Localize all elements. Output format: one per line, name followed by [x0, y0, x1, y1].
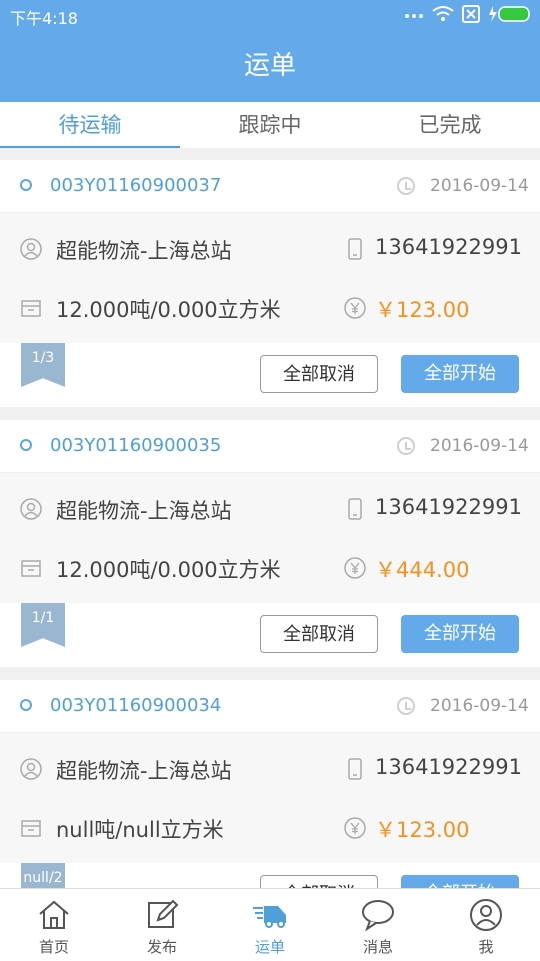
user-icon [470, 899, 502, 931]
cancel-all-button[interactable]: 全部取消 [260, 615, 378, 653]
nav-home-label: 首页 [38, 938, 69, 956]
phone-number[interactable]: 13641922991 [375, 495, 522, 519]
phone-icon [348, 238, 362, 260]
box-icon [21, 560, 41, 577]
order-card[interactable]: 003Y01160900034 2016-09-14 超能物流-上海总站 136… [0, 680, 540, 888]
person-icon [20, 758, 42, 780]
order-card-body: 超能物流-上海总站 13641922991 null吨/null立方米 ￥123… [0, 733, 540, 863]
clock-icon [397, 437, 415, 455]
order-card-header: 003Y01160900035 2016-09-14 [0, 420, 540, 473]
truck-icon [253, 906, 286, 928]
cargo-info: 12.000吨/0.000立方米 [56, 558, 281, 582]
yen-icon [344, 817, 366, 839]
nav-waybill[interactable]: 运单 [216, 889, 324, 961]
order-card-header: 003Y01160900034 2016-09-14 [0, 680, 540, 733]
order-card-header: 003Y01160900037 2016-09-14 [0, 160, 540, 213]
order-card-footer: 1/3 全部取消 全部开始 [0, 343, 540, 407]
order-price: ￥123.00 [375, 298, 470, 322]
order-list[interactable]: 003Y01160900037 2016-09-14 超能物流-上海总站 136… [0, 160, 540, 888]
tab-completed[interactable]: 已完成 [360, 102, 540, 148]
page-title: 运单 [243, 51, 296, 81]
box-icon [21, 820, 41, 837]
company-name: 超能物流-上海总站 [56, 759, 232, 783]
cargo-row: 12.000吨/0.000立方米 ￥123.00 [0, 278, 540, 338]
tab-pending[interactable]: 待运输 [0, 102, 180, 148]
status-bar: 下午4:18 [0, 0, 540, 30]
yen-icon [344, 297, 366, 319]
phone-icon [348, 758, 362, 780]
order-number: 003Y01160900034 [50, 695, 222, 716]
order-card[interactable]: 003Y01160900035 2016-09-14 超能物流-上海总站 136… [0, 420, 540, 667]
cargo-info: null吨/null立方米 [56, 818, 224, 842]
phone-number[interactable]: 13641922991 [375, 235, 522, 259]
select-circle-icon[interactable] [20, 699, 32, 711]
app-bar: 运单 [0, 30, 540, 102]
phone-number[interactable]: 13641922991 [375, 755, 522, 779]
order-card-body: 超能物流-上海总站 13641922991 12.000吨/0.000立方米 ￥… [0, 473, 540, 603]
cargo-info: 12.000吨/0.000立方米 [56, 298, 281, 322]
start-all-button[interactable]: 全部开始 [401, 355, 519, 393]
nav-publish-label: 发布 [146, 938, 177, 956]
nav-waybill-label: 运单 [254, 938, 285, 956]
bottom-nav: 首页 发布 运单 消息 我 [0, 888, 540, 961]
company-row: 超能物流-上海总站 13641922991 [0, 219, 540, 279]
tab-bar: 待运输 跟踪中 已完成 [0, 102, 540, 148]
clock-icon [397, 177, 415, 195]
box-icon [21, 300, 41, 317]
order-price: ￥123.00 [375, 818, 470, 842]
tab-tracking[interactable]: 跟踪中 [180, 102, 360, 148]
phone-icon [348, 498, 362, 520]
order-card-footer: 1/1 全部取消 全部开始 [0, 603, 540, 667]
nav-me[interactable]: 我 [432, 889, 540, 961]
order-card-body: 超能物流-上海总站 13641922991 12.000吨/0.000立方米 ￥… [0, 213, 540, 343]
nav-home[interactable]: 首页 [0, 889, 108, 961]
start-all-button[interactable]: 全部开始 [401, 875, 519, 888]
company-name: 超能物流-上海总站 [56, 239, 232, 263]
home-icon [39, 900, 69, 929]
page-flag: 1/3 [21, 343, 65, 387]
order-price: ￥444.00 [375, 558, 470, 582]
order-date: 2016-09-14 [430, 436, 529, 456]
battery-charging-icon [489, 6, 530, 22]
nav-me-label: 我 [478, 938, 494, 956]
dots-icon [405, 14, 423, 18]
order-date: 2016-09-14 [430, 696, 529, 716]
company-row: 超能物流-上海总站 13641922991 [0, 479, 540, 539]
order-card-footer: null/2 全部取消 全部开始 [0, 863, 540, 888]
company-name: 超能物流-上海总站 [56, 499, 232, 523]
page-flag: 1/1 [21, 603, 65, 647]
cargo-row: null吨/null立方米 ￥123.00 [0, 798, 540, 858]
page-flag: null/2 [21, 863, 65, 888]
order-card[interactable]: 003Y01160900037 2016-09-14 超能物流-上海总站 136… [0, 160, 540, 407]
start-all-button[interactable]: 全部开始 [401, 615, 519, 653]
chat-icon [362, 900, 394, 932]
sim-x-icon [462, 5, 480, 23]
order-number: 003Y01160900035 [50, 435, 222, 456]
person-icon [20, 238, 42, 260]
order-date: 2016-09-14 [430, 176, 529, 196]
order-number: 003Y01160900037 [50, 175, 222, 196]
nav-publish[interactable]: 发布 [108, 889, 216, 961]
company-row: 超能物流-上海总站 13641922991 [0, 739, 540, 799]
nav-messages-label: 消息 [362, 938, 393, 956]
cancel-all-button[interactable]: 全部取消 [260, 355, 378, 393]
status-time: 下午4:18 [10, 9, 78, 28]
select-circle-icon[interactable] [20, 179, 32, 191]
yen-icon [344, 557, 366, 579]
person-icon [20, 498, 42, 520]
cancel-all-button[interactable]: 全部取消 [260, 875, 378, 888]
select-circle-icon[interactable] [20, 439, 32, 451]
status-icons [404, 4, 532, 24]
nav-messages[interactable]: 消息 [324, 889, 432, 961]
wifi-icon [432, 6, 454, 21]
clock-icon [397, 697, 415, 715]
cargo-row: 12.000吨/0.000立方米 ￥444.00 [0, 538, 540, 598]
edit-icon [148, 899, 179, 928]
